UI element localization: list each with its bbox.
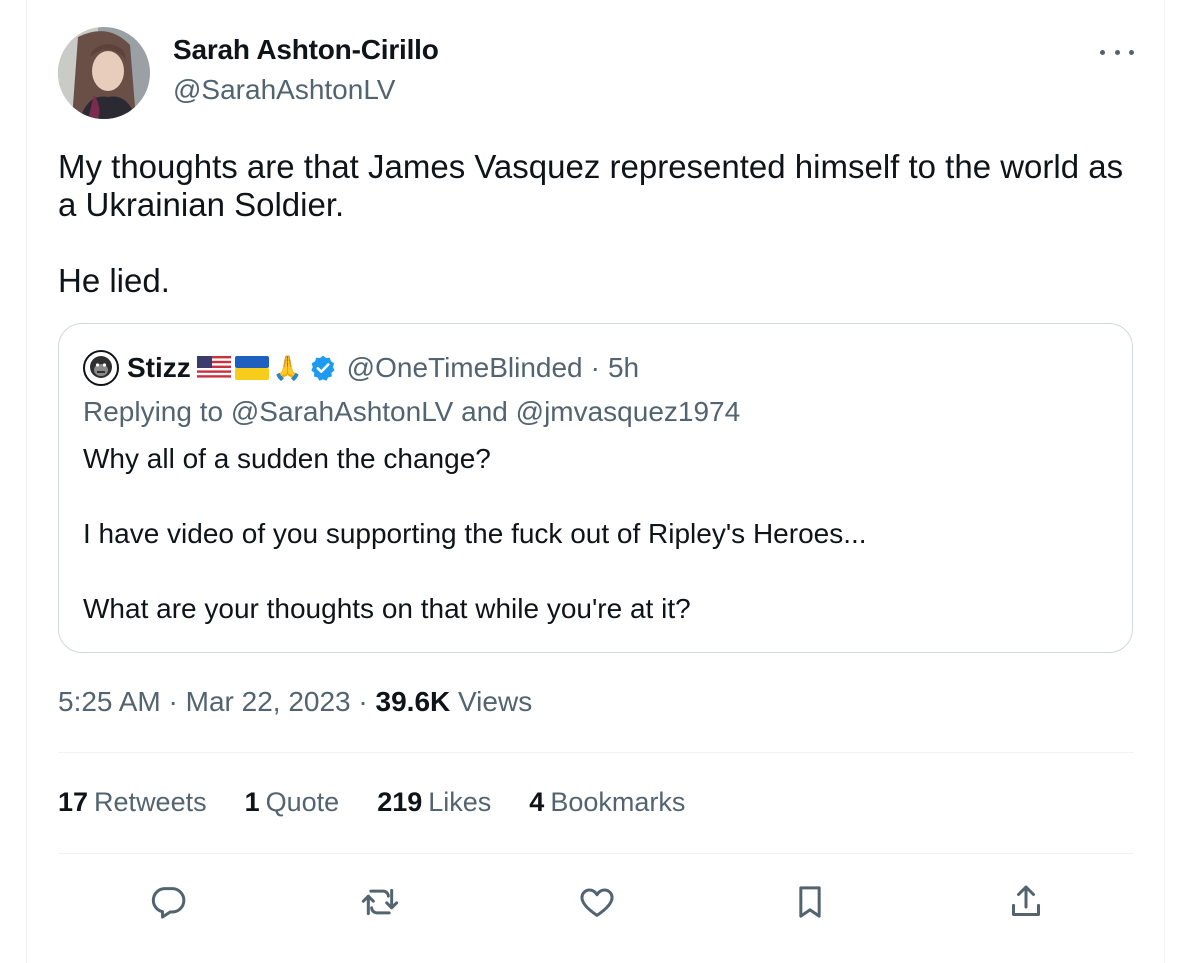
views-label: Views [458,686,533,717]
quoted-avatar[interactable] [83,350,119,386]
quoted-line: I have video of you supporting the fuck … [83,518,867,549]
author-avatar[interactable] [58,27,150,119]
quoted-line: Why all of a sudden the change? [83,443,491,474]
likes-label: Likes [428,787,492,817]
likes-count: 219 [377,787,423,817]
quoted-line: What are your thoughts on that while you… [83,593,691,624]
us-flag-icon [196,356,231,380]
more-dot [1114,49,1120,55]
divider [58,752,1134,753]
bookmark-icon [799,886,821,918]
retweet-button[interactable] [358,880,402,924]
more-icon[interactable] [1100,40,1134,64]
tweet-stats: 17 Retweets 1 Quote 219 Likes 4 Bookmarks [58,787,723,818]
reply-button[interactable] [146,880,190,924]
bookmarks-label: Bookmarks [550,787,686,817]
tweet-line: He lied. [58,262,170,299]
divider [58,853,1134,854]
views-count: 39.6K [375,686,451,717]
share-icon [1012,885,1040,916]
tweet-line: a Ukrainian Soldier. [58,186,345,223]
retweets-stat[interactable]: 17 Retweets [58,787,207,818]
column-border-left [26,0,27,963]
quoted-tweet[interactable]: Stizz 🙏 @OneTimeBlinded · 5h Replying to… [58,323,1133,653]
quoted-author-name[interactable]: Stizz [127,352,191,384]
author-name[interactable]: Sarah Ashton-Cirillo [173,34,439,66]
quotes-label: Quote [265,787,340,817]
likes-stat[interactable]: 219 Likes [377,787,491,818]
reply-mention-1[interactable]: @SarahAshtonLV [231,396,453,427]
replying-to-prefix: Replying to [83,396,224,427]
tweet-text: My thoughts are that James Vasquez repre… [58,148,1148,300]
quoted-tweet-header: Stizz 🙏 @OneTimeBlinded · 5h [83,350,639,386]
gorilla-icon [90,356,112,378]
quoted-separator: · [590,352,600,383]
verified-badge-icon [311,355,335,381]
praying-hands-icon: 🙏 [272,354,303,382]
meta-separator: · [168,686,178,717]
more-dot [1129,49,1134,55]
quotes-stat[interactable]: 1 Quote [245,787,340,818]
retweets-count: 17 [58,787,89,817]
more-dot [1100,49,1105,55]
ukraine-flag-icon [234,356,269,380]
bookmarks-count: 4 [529,787,545,817]
like-button[interactable] [575,880,619,924]
quoted-author-handle[interactable]: @OneTimeBlinded [347,352,583,384]
replying-to: Replying to @SarahAshtonLV and @jmvasque… [83,396,740,428]
bookmark-button[interactable] [788,880,832,924]
quoted-timestamp[interactable]: 5h [608,352,639,384]
tweet-meta: 5:25 AM · Mar 22, 2023 · 39.6K Views [58,686,532,718]
tweet-date[interactable]: Mar 22, 2023 [186,686,351,717]
share-button[interactable] [1004,880,1048,924]
quotes-count: 1 [244,787,260,817]
column-border-right [1164,0,1165,963]
tweet-time[interactable]: 5:25 AM [58,686,161,717]
author-handle[interactable]: @SarahAshtonLV [173,74,395,106]
retweet-icon [361,888,399,916]
bookmarks-stat[interactable]: 4 Bookmarks [529,787,685,818]
reply-mention-2[interactable]: @jmvasquez1974 [516,396,741,427]
reply-icon [151,887,186,919]
tweet-page: Sarah Ashton-Cirillo @SarahAshtonLV My t… [0,0,1200,963]
meta-separator: · [358,686,368,717]
quoted-tweet-body: Why all of a sudden the change? I have v… [83,442,1103,626]
action-bar [0,880,1200,924]
heart-icon [580,888,614,917]
replying-to-and: and [461,396,508,427]
retweets-label: Retweets [94,787,207,817]
tweet-line: My thoughts are that James Vasquez repre… [58,148,1124,185]
